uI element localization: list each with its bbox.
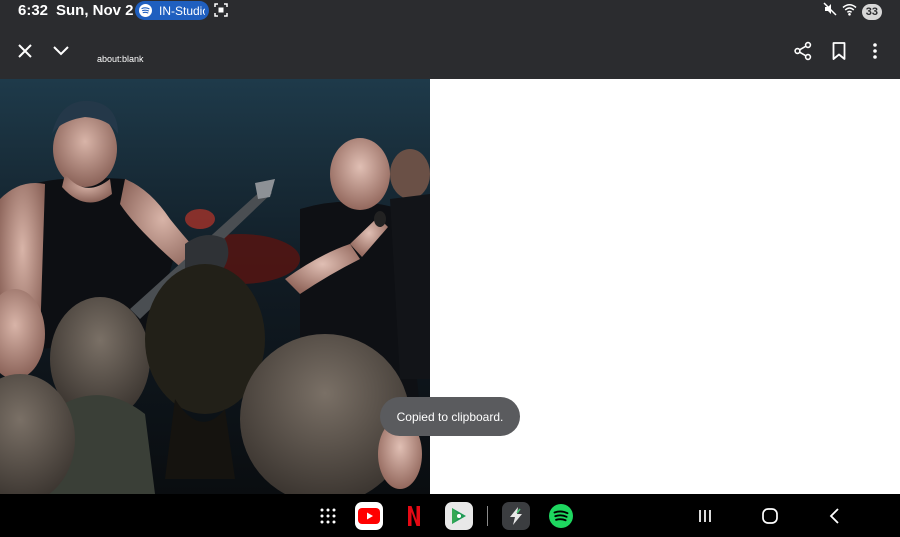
status-time: 6:32 [18,2,49,19]
close-icon[interactable] [13,39,37,63]
mute-icon [823,2,837,21]
media-pill[interactable]: IN-Studio [135,1,209,20]
media-pill-text: IN-Studio [159,3,205,18]
toast-message: Copied to clipboard. [380,397,520,436]
battery-indicator: 33 [861,3,882,20]
share-icon[interactable] [791,39,815,63]
bolt-app-icon[interactable] [502,502,530,530]
browser-toolbar: about:blank [0,22,900,79]
status-date: Sun, Nov 2 [56,2,134,19]
bookmark-icon[interactable] [827,39,851,63]
spotify-icon[interactable] [547,502,575,530]
spotify-small-icon [139,4,152,17]
wifi-icon [842,3,857,21]
status-bar: 6:32 Sun, Nov 2 IN-Studio 33 [0,0,900,22]
screenshot-icon [214,3,228,22]
netflix-icon[interactable] [400,502,428,530]
home-icon[interactable] [758,504,782,528]
chevron-down-icon[interactable] [49,39,73,63]
url-text[interactable]: about:blank [97,54,144,64]
play-games-icon[interactable] [445,502,473,530]
app-drawer-icon[interactable] [314,502,342,530]
concert-photo [0,79,430,494]
status-right: 33 [823,2,882,21]
taskbar-divider [487,506,488,526]
page-content: Copied to clipboard. [0,79,900,494]
more-vert-icon[interactable] [863,39,887,63]
back-icon[interactable] [822,504,846,528]
youtube-icon[interactable] [355,502,383,530]
taskbar [0,494,900,537]
recents-icon[interactable] [693,504,717,528]
